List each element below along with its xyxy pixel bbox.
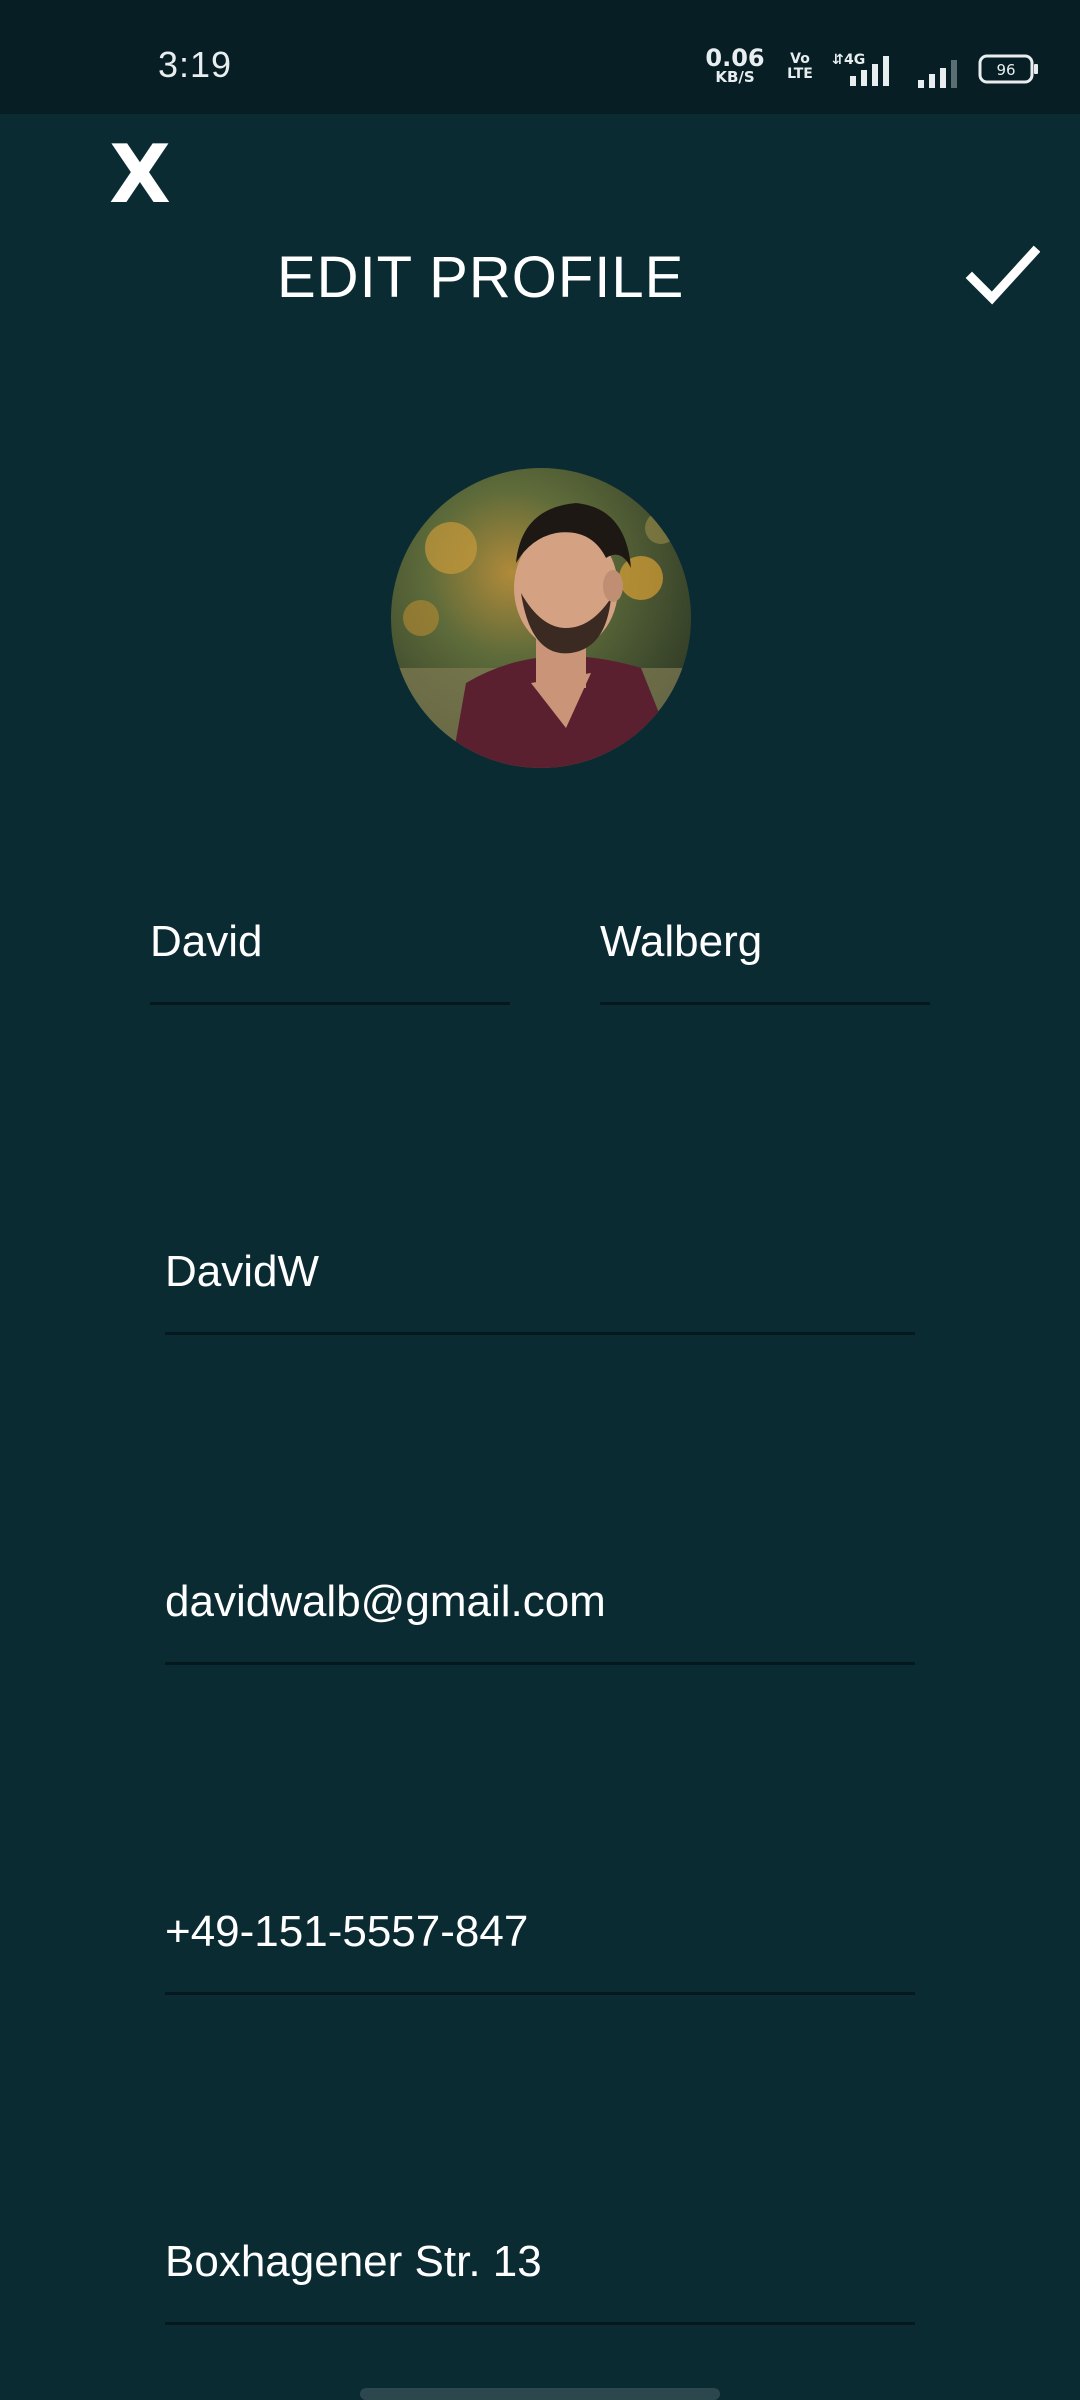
close-button[interactable]: X [100,130,180,220]
battery-level: 96 [996,61,1015,79]
signal-4g-icon: ⇵ 4G [832,52,889,86]
volte-bottom-text: LTE [787,65,813,82]
phone-input[interactable] [165,1872,915,1992]
status-time: 3:19 [158,44,233,85]
first-name-input[interactable] [150,882,510,1002]
signal-icon [918,60,957,88]
network-speed-value: 0.06 [705,44,765,72]
network-type-label: 4G [844,52,865,68]
svg-text:⇵: ⇵ [832,52,844,68]
volte-top-text: Vo [790,51,810,67]
network-speed: 0.06 KB/S [704,46,766,85]
battery-icon: 96 [978,54,1038,84]
email-input[interactable] [165,1542,915,1662]
phone-field[interactable] [165,1872,915,1995]
address-input[interactable] [165,2202,915,2322]
last-name-field[interactable] [600,882,930,1005]
save-button[interactable] [964,238,1041,314]
volte-icon: Vo LTE [780,52,820,81]
status-bar: 3:19 0.06 KB/S Vo LTE ⇵ 4G 96 [0,0,1080,114]
address-field[interactable] [165,2202,915,2325]
username-field[interactable] [165,1212,915,1335]
home-indicator[interactable] [360,2388,720,2400]
profile-photo [391,468,691,768]
check-icon [965,245,1041,305]
network-speed-unit: KB/S [715,68,755,86]
username-input[interactable] [165,1212,915,1332]
email-field[interactable] [165,1542,915,1665]
last-name-input[interactable] [600,882,930,1002]
avatar[interactable] [391,468,691,768]
first-name-field[interactable] [150,882,510,1005]
page-title: EDIT PROFILE [277,245,685,310]
